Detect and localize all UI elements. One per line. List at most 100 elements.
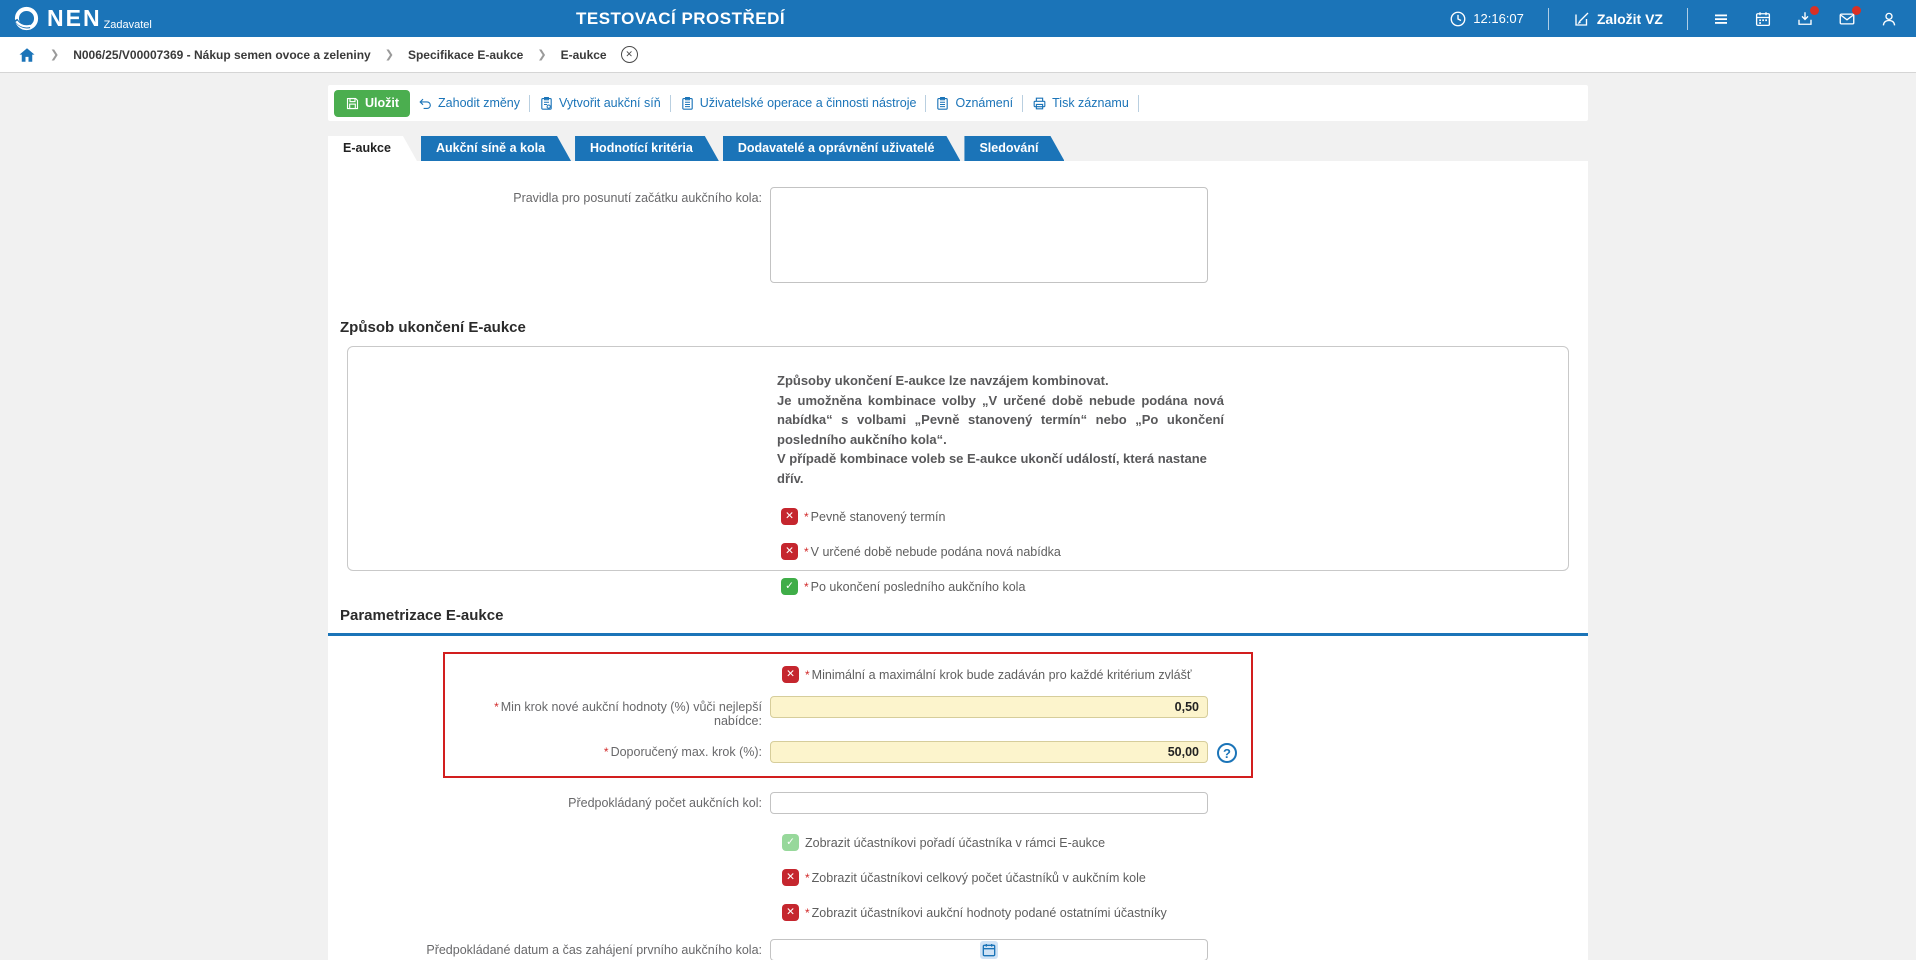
check-icon: ✓ xyxy=(786,836,795,848)
checkbox-checked-disabled-icon: ✓ xyxy=(782,834,799,851)
cross-icon: ✕ xyxy=(786,668,795,680)
user-operations-label: Uživatelské operace a činnosti nástroje xyxy=(699,96,917,110)
create-vz-label: Založit VZ xyxy=(1596,10,1663,27)
messages[interactable] xyxy=(1838,5,1861,28)
help-icon[interactable]: ? xyxy=(1217,743,1237,763)
save-icon xyxy=(346,97,359,109)
create-auction-room-label: Vytvořit aukční síň xyxy=(559,96,661,110)
parameters-section-heading: Parametrizace E-aukce xyxy=(340,607,504,624)
required-mark: * xyxy=(603,745,609,759)
start-datetime-row: Předpokládané datum a čas zahájení první… xyxy=(328,939,1588,960)
checkbox-unchecked-icon[interactable]: ✕ xyxy=(781,508,798,525)
print-record-button[interactable]: Tisk záznamu xyxy=(1032,96,1129,111)
header-divider xyxy=(1547,7,1549,30)
option-label: * Minimální a maximální krok bude zadáván… xyxy=(805,667,1192,682)
clock-icon xyxy=(1450,11,1466,26)
max-step-input[interactable] xyxy=(770,741,1208,763)
option-step-per-criterion: ✕ * Minimální a maximální krok bude zadáv… xyxy=(782,666,1251,683)
edit-icon xyxy=(1575,12,1589,26)
breadcrumb-item-eauction[interactable]: E-aukce xyxy=(561,48,607,62)
auction-room-icon xyxy=(541,96,552,110)
required-mark: * xyxy=(805,870,810,885)
calendar-icon[interactable] xyxy=(1754,10,1772,28)
checkbox-unchecked-icon[interactable]: ✕ xyxy=(782,904,799,921)
menu-icon[interactable] xyxy=(1712,10,1730,28)
toolbar-divider xyxy=(669,94,671,112)
create-auction-room-button[interactable]: Vytvořit aukční síň xyxy=(539,96,661,111)
breadcrumb: ❯ N006/25/V00007369 - Nákup semen ovoce … xyxy=(0,37,1916,73)
notices-label: Oznámení xyxy=(955,96,1014,110)
e-auction-form-panel: Pravidla pro posunutí začátku aukčního k… xyxy=(328,161,1588,960)
ending-info-line: Způsoby ukončení E-aukce lze navzájem ko… xyxy=(777,373,1109,388)
tab-hodnotici-kriteria[interactable]: Hodnotící kritéria xyxy=(575,136,719,161)
discard-changes-button[interactable]: Zahodit změny xyxy=(418,96,520,111)
breadcrumb-item-contract[interactable]: N006/25/V00007369 - Nákup semen ovoce a … xyxy=(73,48,371,62)
min-step-label: * Min krok nové aukční hodnoty (%) vůči n… xyxy=(494,700,762,728)
tab-aukcni-sine-a-kola[interactable]: Aukční síně a kola xyxy=(421,136,571,161)
step-highlight-box: ✕ * Minimální a maximální krok bude zadáv… xyxy=(443,652,1253,778)
max-step-label: * Doporučený max. krok (%): xyxy=(603,745,762,759)
ending-info-line: Je umožněna kombinace volby „V určené do… xyxy=(777,392,1224,447)
checkbox-checked-icon[interactable]: ✓ xyxy=(781,578,798,595)
record-tabs: E-aukce Aukční síně a kola Hodnotící kri… xyxy=(328,136,1588,161)
notices-button[interactable]: Oznámení xyxy=(935,96,1013,111)
checkbox-unchecked-icon[interactable]: ✕ xyxy=(782,666,799,683)
option-label: * Zobrazit účastníkovi celkový počet účas… xyxy=(805,870,1146,885)
logo-subtitle: Zadavatel xyxy=(103,18,152,31)
app-header: NEN Zadavatel TESTOVACÍ PROSTŘEDÍ 12:16:… xyxy=(0,0,1916,37)
inbox-download[interactable] xyxy=(1796,5,1819,28)
save-button[interactable]: Uložit xyxy=(334,89,411,117)
rules-textarea[interactable] xyxy=(770,187,1208,283)
print-record-label: Tisk záznamu xyxy=(1052,96,1129,110)
print-icon xyxy=(1033,97,1046,109)
check-icon: ✓ xyxy=(785,580,794,592)
operations-icon xyxy=(681,96,693,110)
cross-icon: ✕ xyxy=(786,871,795,883)
min-step-input[interactable] xyxy=(770,696,1208,718)
rounds-row: Předpokládaný počet aukčních kol: xyxy=(328,792,1588,814)
server-time: 12:16:07 xyxy=(1449,10,1524,28)
datepicker-calendar-icon[interactable] xyxy=(980,941,998,959)
min-step-row: * Min krok nové aukční hodnoty (%) vůči n… xyxy=(445,696,1251,728)
notice-icon xyxy=(937,96,949,110)
checkbox-unchecked-icon[interactable]: ✕ xyxy=(782,869,799,886)
user-operations-button[interactable]: Uživatelské operace a činnosti nástroje xyxy=(680,96,917,111)
max-step-row: *Doporučený max. krok (%): ? xyxy=(445,741,1251,763)
rounds-input[interactable] xyxy=(770,792,1208,814)
nen-logo-icon xyxy=(14,6,39,31)
home-icon[interactable] xyxy=(18,46,36,64)
display-options: ✓ Zobrazit účastníkovi pořadí účastníka … xyxy=(328,834,1588,921)
cross-icon: ✕ xyxy=(785,545,794,557)
clock-time: 12:16:07 xyxy=(1473,11,1524,26)
required-mark: * xyxy=(494,700,499,714)
toolbar-divider xyxy=(529,94,531,112)
environment-title: TESTOVACÍ PROSTŘEDÍ xyxy=(576,9,786,28)
tab-e-aukce[interactable]: E-aukce xyxy=(328,136,417,161)
required-mark: * xyxy=(805,905,810,920)
tab-sledovani[interactable]: Sledování xyxy=(964,136,1064,161)
option-label: * V určené době nebude podána nová nabídk… xyxy=(804,544,1061,559)
option-show-rank: ✓ Zobrazit účastníkovi pořadí účastníka … xyxy=(782,834,1588,851)
parameters-section-header: Parametrizace E-aukce xyxy=(328,607,1588,636)
option-label: Zobrazit účastníkovi pořadí účastníka v … xyxy=(805,835,1106,850)
close-icon[interactable]: ✕ xyxy=(620,46,638,63)
notification-badge xyxy=(1852,5,1861,15)
tab-dodavatele-a-opravneni-uzivatele[interactable]: Dodavatelé a oprávnění uživatelé xyxy=(723,136,961,161)
breadcrumb-item-specification[interactable]: Specifikace E-aukce xyxy=(408,48,523,62)
option-show-participant-count: ✕ * Zobrazit účastníkovi celkový počet úč… xyxy=(782,869,1588,886)
option-no-new-bid: ✕ * V určené době nebude podána nová nabí… xyxy=(781,543,1568,560)
toolbar-divider xyxy=(925,94,927,112)
ending-section-box: Způsoby ukončení E-aukce lze navzájem ko… xyxy=(347,346,1569,595)
toolbar-divider xyxy=(1022,94,1024,112)
save-label: Uložit xyxy=(365,96,400,110)
user-icon[interactable] xyxy=(1880,10,1898,28)
required-mark: * xyxy=(804,579,809,594)
header-divider xyxy=(1687,7,1688,30)
chevron-icon: ❯ xyxy=(384,49,394,61)
rules-label: Pravidla pro posunutí začátku aukčního k… xyxy=(513,191,762,205)
nen-logo[interactable]: NEN Zadavatel xyxy=(13,5,152,32)
checkbox-unchecked-icon[interactable]: ✕ xyxy=(781,543,798,560)
ending-info-text: Způsoby ukončení E-aukce lze navzájem ko… xyxy=(777,371,1224,488)
option-label: * Pevně stanovený termín xyxy=(804,509,946,524)
create-vz-button[interactable]: Založit VZ xyxy=(1573,10,1663,28)
